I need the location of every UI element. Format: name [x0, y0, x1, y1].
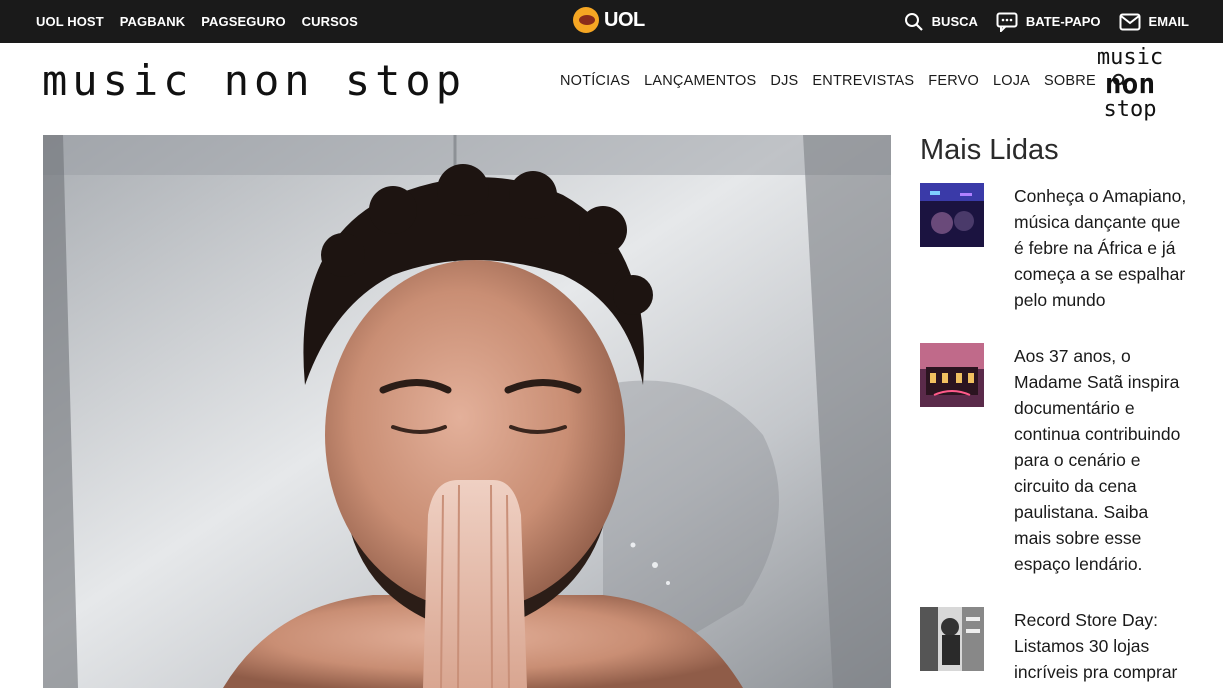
busca-button[interactable]: BUSCA	[904, 12, 978, 32]
uol-top-bar: UOL HOST PAGBANK PAGSEGURO CURSOS UOL BU…	[0, 0, 1223, 43]
nav-entrevistas[interactable]: ENTREVISTAS	[812, 73, 914, 89]
uol-link-host[interactable]: UOL HOST	[36, 14, 104, 29]
site-logo[interactable]: music non stop	[42, 56, 466, 106]
nav-loja[interactable]: LOJA	[993, 73, 1030, 89]
email-label: EMAIL	[1148, 14, 1189, 29]
stacked-logo[interactable]: music non stop	[1090, 45, 1170, 123]
thumbnail-image	[920, 183, 984, 247]
bate-papo-label: BATE-PAPO	[1025, 14, 1101, 29]
uol-link-cursos[interactable]: CURSOS	[302, 14, 358, 29]
nav-djs[interactable]: DJS	[770, 73, 798, 89]
bate-papo-button[interactable]: BATE-PAPO	[996, 12, 1101, 32]
uol-link-pagseguro[interactable]: PAGSEGURO	[201, 14, 285, 29]
uol-logo[interactable]: UOL	[573, 7, 645, 33]
email-button[interactable]: EMAIL	[1119, 13, 1189, 31]
thumbnail-image	[920, 607, 984, 671]
search-icon	[904, 12, 923, 31]
uol-ball-icon	[573, 7, 599, 33]
hero-photo	[43, 135, 891, 688]
most-read-item-3-text[interactable]: Record Store Day: Listamos 30 lojas incr…	[1014, 607, 1188, 685]
uol-link-pagbank[interactable]: PAGBANK	[120, 14, 185, 29]
nav-sobre[interactable]: SOBRE	[1044, 73, 1096, 89]
busca-label: BUSCA	[931, 14, 978, 29]
main-nav: NOTÍCIAS LANÇAMENTOS DJS ENTREVISTAS FER…	[560, 73, 1128, 89]
nav-lancamentos[interactable]: LANÇAMENTOS	[644, 73, 756, 89]
thumbnail-amapiano[interactable]	[920, 183, 984, 247]
uol-logo-text: UOL	[604, 8, 645, 31]
article-hero-image[interactable]	[43, 135, 891, 688]
most-read-item-1-text[interactable]: Conheça o Amapiano, música dançante que …	[1014, 183, 1188, 313]
uol-right-links: BUSCA BATE-PAPO EMAIL	[904, 0, 1189, 43]
most-read-item-2-text[interactable]: Aos 37 anos, o Madame Satã inspira docum…	[1014, 343, 1188, 577]
thumbnail-image	[920, 343, 984, 407]
most-read-title: Mais Lidas	[920, 134, 1059, 166]
thumbnail-record-store[interactable]	[920, 607, 984, 671]
nav-noticias[interactable]: NOTÍCIAS	[560, 73, 630, 89]
chat-icon	[996, 12, 1018, 32]
stacked-logo-line-3: stop	[1103, 97, 1157, 122]
nav-fervo[interactable]: FERVO	[928, 73, 979, 89]
mail-icon	[1119, 13, 1141, 30]
uol-links: UOL HOST PAGBANK PAGSEGURO CURSOS	[36, 0, 358, 43]
thumbnail-madame-sata[interactable]	[920, 343, 984, 407]
stacked-logo-line-2: non	[1104, 67, 1156, 100]
